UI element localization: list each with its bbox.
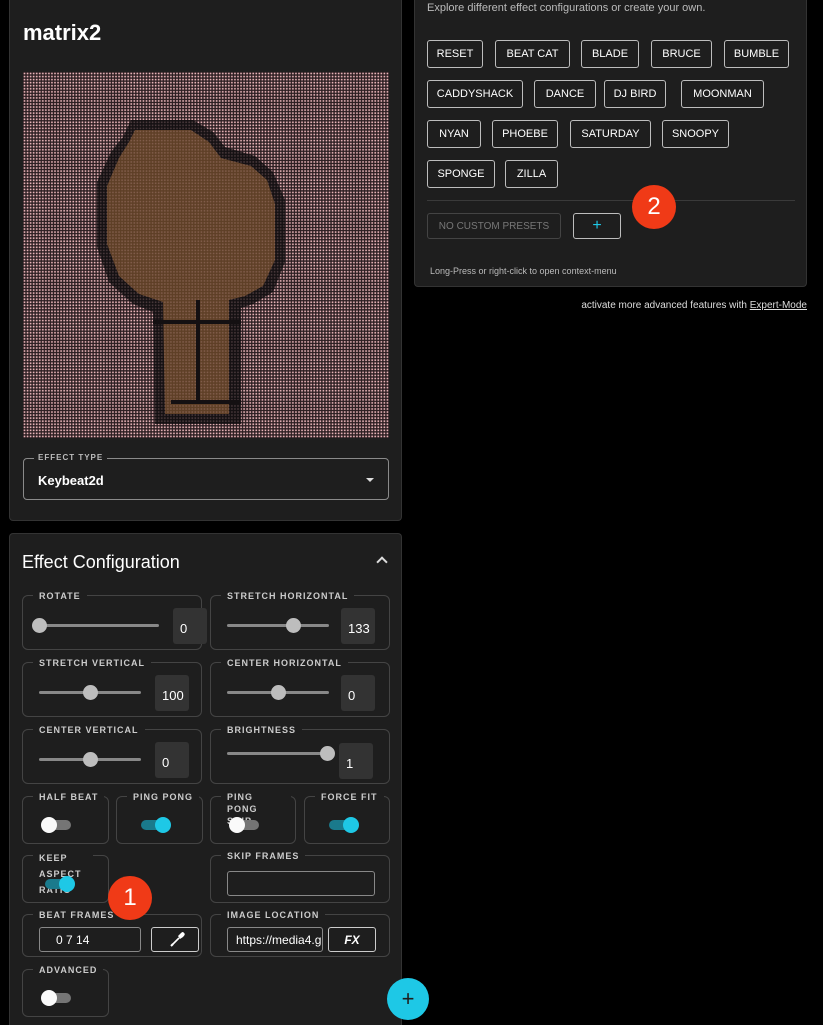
advanced-field: ADVANCED xyxy=(22,964,109,1017)
annotation-badge-2: 2 xyxy=(632,185,676,229)
keep-aspect-ratio-field: KEEP ASPECT RATIO xyxy=(22,850,109,903)
skip-frames-field: SKIP FRAMES xyxy=(210,850,390,903)
matrix-preview xyxy=(23,72,389,438)
half-beat-toggle[interactable] xyxy=(41,817,71,833)
eyedropper-button[interactable] xyxy=(151,927,199,952)
no-custom-presets-button: NO CUSTOM PRESETS xyxy=(427,213,561,239)
skip-frames-input[interactable] xyxy=(227,871,375,896)
effect-type-label: EFFECT TYPE xyxy=(34,453,108,462)
image-location-field: IMAGE LOCATION https://media4.giphy.com … xyxy=(210,909,390,957)
brightness-slider-track[interactable] xyxy=(227,752,327,755)
preset-button-phoebe[interactable]: PHOEBE xyxy=(492,120,558,148)
preset-button-sponge[interactable]: SPONGE xyxy=(427,160,495,188)
matrix-card: matrix2 EFFECT TYPE Keybeat2d xyxy=(9,0,402,521)
beat-frames-label: BEAT FRAMES xyxy=(33,909,121,921)
force-fit-label: FORCE FIT xyxy=(315,791,384,803)
presets-card: Explore different effect configurations … xyxy=(414,0,807,287)
eyedropper-icon xyxy=(170,932,185,947)
preset-divider xyxy=(427,200,795,201)
annotation-badge-1: 1 xyxy=(108,876,152,920)
brightness-input[interactable]: 1 xyxy=(339,743,373,779)
advanced-toggle[interactable] xyxy=(41,990,71,1006)
fx-button[interactable]: FX xyxy=(328,927,376,952)
stretch-horizontal-field: STRETCH HORIZONTAL 133 xyxy=(210,590,390,650)
preset-button-zilla[interactable]: ZILLA xyxy=(505,160,558,188)
image-location-label: IMAGE LOCATION xyxy=(221,909,326,921)
ping-pong-field: PING PONG xyxy=(116,791,203,844)
effect-type-select[interactable]: EFFECT TYPE Keybeat2d xyxy=(23,453,389,500)
stretch-vertical-slider-thumb[interactable] xyxy=(83,685,98,700)
preset-button-nyan[interactable]: NYAN xyxy=(427,120,481,148)
stretch-vertical-field: STRETCH VERTICAL 100 xyxy=(22,657,202,717)
brightness-label: BRIGHTNESS xyxy=(221,724,303,736)
expert-mode-hint: activate more advanced features with Exp… xyxy=(581,300,807,311)
center-horizontal-field: CENTER HORIZONTAL 0 xyxy=(210,657,390,717)
preset-button-reset[interactable]: RESET xyxy=(427,40,483,68)
preset-button-bumble[interactable]: BUMBLE xyxy=(724,40,789,68)
preset-button-beat-cat[interactable]: BEAT CAT xyxy=(495,40,570,68)
expert-mode-hint-text: activate more advanced features with xyxy=(581,300,750,311)
beat-frames-input[interactable]: 0 7 14 xyxy=(39,927,141,952)
effect-configuration-title: Effect Configuration xyxy=(22,552,180,572)
ping-pong-skip-field: PING PONG SKIP xyxy=(210,791,296,844)
image-location-input[interactable]: https://media4.giphy.com xyxy=(227,927,323,952)
half-beat-label: HALF BEAT xyxy=(33,791,105,803)
beat-frames-field: BEAT FRAMES 0 7 14 xyxy=(22,909,202,957)
matrix-title: matrix2 xyxy=(23,20,102,45)
stretch-vertical-input[interactable]: 100 xyxy=(155,675,189,711)
preset-button-blade[interactable]: BLADE xyxy=(581,40,639,68)
stretch-horizontal-slider-thumb[interactable] xyxy=(286,618,302,633)
brightness-field: BRIGHTNESS 1 xyxy=(210,724,390,784)
preset-button-snoopy[interactable]: SNOOPY xyxy=(662,120,729,148)
rotate-input[interactable]: 0 xyxy=(173,608,207,644)
center-vertical-input[interactable]: 0 xyxy=(155,742,189,778)
skip-frames-label: SKIP FRAMES xyxy=(221,850,306,862)
force-fit-toggle[interactable] xyxy=(329,817,359,833)
center-vertical-slider-thumb[interactable] xyxy=(83,752,98,767)
effect-configuration-card: Effect Configuration ROTATE 0 STRETCH HO… xyxy=(9,533,402,1025)
ping-pong-skip-toggle[interactable] xyxy=(229,817,259,833)
preset-button-dance[interactable]: DANCE xyxy=(534,80,596,108)
preset-button-moonman[interactable]: MOONMAN xyxy=(681,80,764,108)
ping-pong-toggle[interactable] xyxy=(141,817,171,833)
stretch-horizontal-slider-track[interactable] xyxy=(227,624,329,627)
center-vertical-field: CENTER VERTICAL 0 xyxy=(22,724,202,784)
stretch-horizontal-label: STRETCH HORIZONTAL xyxy=(221,590,355,602)
rotate-label: ROTATE xyxy=(33,590,87,602)
stretch-vertical-label: STRETCH VERTICAL xyxy=(33,657,151,669)
center-horizontal-slider-thumb[interactable] xyxy=(271,685,286,700)
half-beat-field: HALF BEAT xyxy=(22,791,109,844)
preset-button-caddyshack[interactable]: CADDYSHACK xyxy=(427,80,523,108)
presets-description: Explore different effect configurations … xyxy=(427,2,706,14)
effect-type-value: Keybeat2d xyxy=(38,473,104,488)
stretch-horizontal-input[interactable]: 133 xyxy=(341,608,375,644)
center-horizontal-label: CENTER HORIZONTAL xyxy=(221,657,348,669)
keep-aspect-ratio-toggle[interactable] xyxy=(45,876,75,892)
dropdown-caret-icon xyxy=(366,478,374,482)
center-vertical-label: CENTER VERTICAL xyxy=(33,724,145,736)
context-menu-hint: Long-Press or right-click to open contex… xyxy=(430,266,617,276)
rotate-slider-thumb[interactable] xyxy=(32,618,47,633)
chevron-up-icon[interactable] xyxy=(376,556,388,568)
add-fab-button[interactable]: + xyxy=(387,978,429,1020)
expert-mode-link[interactable]: Expert-Mode xyxy=(750,300,807,311)
rotate-slider-track[interactable] xyxy=(39,624,159,627)
brightness-slider-thumb[interactable] xyxy=(320,746,335,761)
add-preset-button[interactable]: + xyxy=(573,213,621,239)
force-fit-field: FORCE FIT xyxy=(304,791,390,844)
preset-button-dj-bird[interactable]: DJ BIRD xyxy=(604,80,666,108)
advanced-label: ADVANCED xyxy=(33,964,104,976)
preset-button-saturday[interactable]: SATURDAY xyxy=(570,120,651,148)
ping-pong-label: PING PONG xyxy=(127,791,200,803)
rotate-field: ROTATE 0 xyxy=(22,590,207,650)
center-horizontal-input[interactable]: 0 xyxy=(341,675,375,711)
preset-button-bruce[interactable]: BRUCE xyxy=(651,40,712,68)
